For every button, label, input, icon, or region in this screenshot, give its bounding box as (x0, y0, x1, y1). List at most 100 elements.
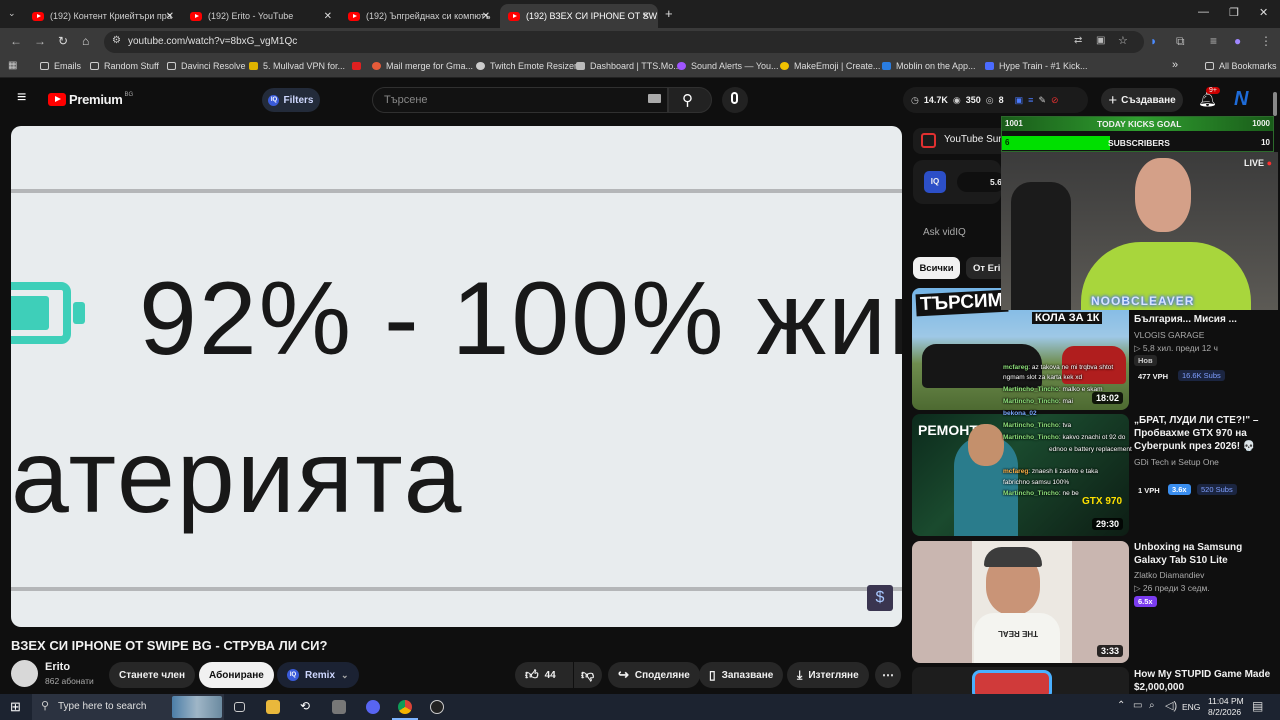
language-indicator[interactable]: ENG (1182, 702, 1200, 712)
discord-icon[interactable] (366, 700, 380, 714)
app-icon[interactable]: ⟲ (300, 699, 314, 713)
voice-search-button[interactable] (722, 87, 748, 113)
extensions-puzzle-icon[interactable]: ⧉ (1176, 34, 1185, 49)
video-thumbnail[interactable]: РЕМОНТ GTX 970 29:30 (912, 414, 1129, 536)
close-tab-icon[interactable]: ✕ (642, 11, 650, 22)
browser-tab-2[interactable]: (192) Erito - YouTube ✕ (182, 4, 340, 28)
dislike-button[interactable]: 👎︎ (574, 662, 602, 688)
restore-icon[interactable]: ❐ (1229, 6, 1239, 19)
translate-icon[interactable]: ⇄ (1074, 35, 1082, 46)
bookmark-mullvad[interactable]: 5. Mullvad VPN for... (249, 61, 345, 71)
tray-app-icon[interactable]: ⌕ (1149, 700, 1155, 711)
menu-kebab-icon[interactable]: ⋮ (1260, 34, 1272, 48)
tray-overflow-icon[interactable]: ⌃ (1117, 700, 1125, 711)
card-title[interactable]: България... Мисия ... (1134, 313, 1274, 326)
home-icon[interactable]: ⌂ (82, 34, 89, 48)
close-tab-icon[interactable]: ✕ (166, 11, 174, 22)
chrome-icon[interactable] (398, 700, 412, 714)
taskbar-search-input[interactable]: ⚲ Type here to search (32, 694, 224, 720)
bookmark-emails[interactable]: Emails (40, 61, 81, 71)
bookmark-davinci[interactable]: Davinci Resolve (167, 61, 246, 71)
join-button[interactable]: Станете член (109, 662, 196, 688)
browser-tab-1[interactable]: (192) Контент Криейтъри пра ✕ (24, 4, 182, 28)
search-input[interactable]: Търсене (372, 87, 668, 113)
remix-button[interactable]: IQ Remix ⌄ (277, 662, 359, 688)
minimize-icon[interactable]: — (1198, 6, 1209, 18)
notifications-button[interactable]: 🔔︎ 9+ (1198, 87, 1220, 109)
card-channel[interactable]: VLOGIS GARAGE (1134, 330, 1204, 340)
card-title[interactable]: How My STUPID Game Made $2,000,000 (1134, 668, 1274, 694)
bookmark-twitch-emote[interactable]: Twitch Emote Resizer (476, 61, 577, 71)
volume-icon[interactable]: ◁) (1165, 699, 1177, 712)
vidiq-icon[interactable]: IQ (924, 171, 946, 193)
bookmark-dashboard[interactable]: Dashboard | TTS.Mo... (576, 61, 681, 71)
bookmark-mail-merge[interactable]: Mail merge for Gma... (352, 61, 473, 71)
chip-all[interactable]: Всички (913, 257, 960, 279)
task-view-icon[interactable] (234, 702, 245, 712)
video-thumbnail[interactable] (912, 667, 1129, 694)
windows-start-icon[interactable]: ⊞ (10, 699, 21, 715)
app-icon[interactable] (332, 700, 346, 714)
filters-button[interactable]: IQ Filters (262, 88, 320, 112)
create-button[interactable]: + Създаване (1101, 88, 1183, 112)
apps-grid-icon[interactable]: ▦ (8, 60, 17, 71)
card-title[interactable]: Unboxing на Samsung Galaxy Tab S10 Lite (1134, 541, 1274, 567)
browser-tab-active[interactable]: (192) ВЗЕХ СИ IPHONE ОТ SW ✕ (500, 4, 658, 28)
search-button[interactable]: ⚲ (668, 87, 712, 113)
share-button[interactable]: ↪ Споделяне (608, 662, 700, 688)
bookmarks-overflow[interactable]: » (1172, 59, 1178, 71)
install-icon[interactable]: ▣ (1096, 35, 1105, 46)
download-button[interactable]: ⤓ Изтегляне (787, 662, 869, 688)
notification-center-icon[interactable]: ▤ (1252, 699, 1263, 713)
keyboard-icon[interactable] (648, 94, 661, 103)
video-thumbnail[interactable]: THE REAL 3:33 (912, 541, 1129, 663)
tools-icon[interactable]: ✎ (1038, 95, 1046, 106)
obs-icon[interactable] (430, 700, 444, 714)
channel-watermark-icon[interactable]: $ (867, 585, 893, 611)
subscribe-button[interactable]: Абониране (199, 662, 274, 688)
like-button[interactable]: 👍︎ 44 (515, 662, 573, 688)
avatar[interactable]: N (1234, 88, 1248, 111)
bookmark-random-stuff[interactable]: Random Stuff (90, 61, 159, 71)
clock-date[interactable]: 8/2/2026 (1208, 707, 1241, 717)
notification-off-icon[interactable]: ⊘ (1051, 95, 1059, 106)
card-title[interactable]: „БРАТ, ЛУДИ ЛИ СТЕ?!" – Пробвахме GTX 97… (1134, 414, 1274, 453)
close-tab-icon[interactable]: ✕ (324, 11, 332, 22)
forward-icon[interactable]: → (34, 34, 46, 48)
list-icon[interactable]: ≡ (1028, 95, 1033, 105)
scrollbar-thumb[interactable] (1273, 92, 1277, 116)
bookmark-star-icon[interactable]: ☆ (1118, 34, 1128, 47)
chip-from-channel[interactable]: От Eri (966, 257, 1006, 279)
reload-icon[interactable]: ↻ (58, 34, 68, 48)
address-bar[interactable]: ⚙ youtube.com/watch?v=8bxG_vgM1Qc ⇄ ▣ ☆ (104, 31, 1144, 53)
file-explorer-icon[interactable] (266, 700, 280, 714)
extension-icon[interactable]: ◗ (1150, 34, 1157, 48)
ask-vidiq-input[interactable]: Ask vidIQ (913, 218, 1001, 248)
new-tab-button[interactable]: + (665, 6, 673, 21)
close-window-icon[interactable]: ✕ (1259, 6, 1268, 19)
youtube-logo[interactable]: Premium BG (48, 92, 133, 107)
save-button[interactable]: ▯ Запазване (699, 662, 784, 688)
browser-tab-3[interactable]: (192) Ъпгрейднах си компютъ ✕ (340, 4, 498, 28)
back-icon[interactable]: ← (10, 34, 22, 48)
bookmark-sound-alerts[interactable]: Sound Alerts — You... (677, 61, 779, 71)
more-actions-button[interactable]: ⋯ (875, 662, 901, 688)
close-tab-icon[interactable]: ✕ (482, 11, 490, 22)
clock-time[interactable]: 11:04 PM (1208, 696, 1244, 706)
vidiq-icon[interactable]: ▣ (1015, 95, 1024, 106)
profile-icon[interactable]: ● (1234, 34, 1241, 48)
card-channel[interactable]: Zlatko Diamandiev (1134, 570, 1204, 580)
site-info-icon[interactable]: ⚙ (112, 35, 121, 46)
tab-search-icon[interactable]: ⌄ (8, 8, 16, 19)
bookmark-makeemoji[interactable]: MakeEmoji | Create... (780, 61, 880, 71)
network-icon[interactable]: ▭ (1133, 700, 1142, 711)
bookmark-moblin[interactable]: Moblin on the App... (882, 61, 976, 71)
channel-avatar[interactable] (11, 660, 38, 687)
video-player[interactable]: 92% - 100% жив атерията $ (11, 126, 902, 627)
card-channel[interactable]: GDi Tech и Setup One (1134, 457, 1219, 467)
bookmark-hype-train[interactable]: Hype Train - #1 Kick... (985, 61, 1088, 71)
hamburger-menu-icon[interactable]: ≡ (17, 89, 26, 107)
channel-name[interactable]: Erito (45, 661, 70, 673)
reading-list-icon[interactable]: ≡ (1210, 34, 1217, 48)
all-bookmarks[interactable]: All Bookmarks (1205, 61, 1277, 71)
